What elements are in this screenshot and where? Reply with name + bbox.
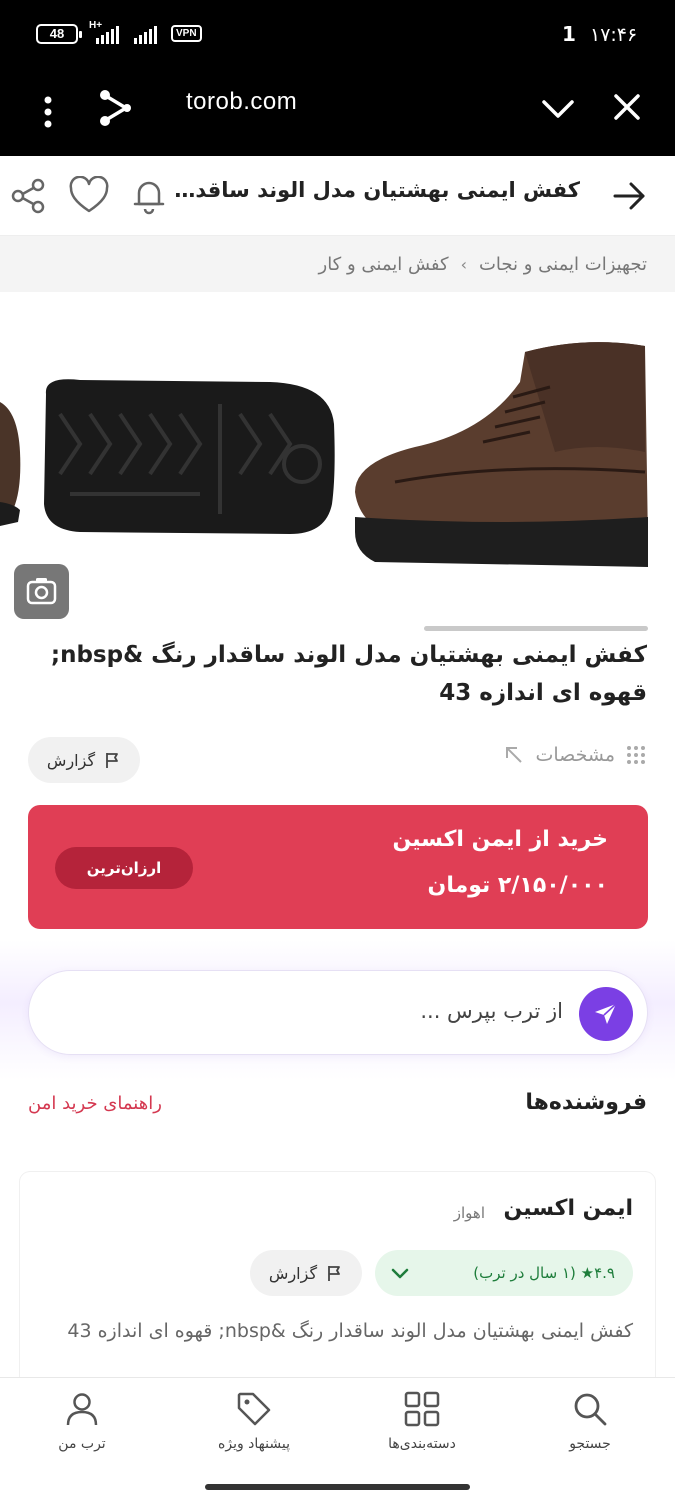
home-indicator[interactable] <box>205 1484 470 1490</box>
seller-rating-pill[interactable]: ۴.۹★ (۱ سال در ترب) <box>375 1250 633 1296</box>
seller-product-description: کفش ایمنی بهشتیان مدل الوند ساقدار رنگ &… <box>67 1320 633 1342</box>
breadcrumb-separator: › <box>460 254 467 274</box>
tag-icon <box>237 1392 271 1426</box>
search-icon <box>574 1393 607 1426</box>
share-icon[interactable] <box>8 176 48 216</box>
specs-label: مشخصات <box>535 744 615 766</box>
buy-button-card[interactable]: خرید از ایمن اکسین ۲/۱۵۰/۰۰۰ تومان ارزان… <box>28 805 648 929</box>
nav-label: پیشنهاد ویژه <box>218 1436 290 1452</box>
close-icon[interactable] <box>610 90 644 124</box>
grid-dots-icon <box>627 746 645 764</box>
product-image-sole[interactable] <box>40 374 336 544</box>
nav-search[interactable]: جستجو <box>525 1390 655 1470</box>
product-gallery[interactable] <box>0 292 675 632</box>
chevron-down-icon <box>391 1268 409 1279</box>
breadcrumb-item[interactable]: کفش ایمنی و کار <box>319 254 449 275</box>
nav-categories[interactable]: دسته‌بندی‌ها <box>357 1390 487 1470</box>
categories-icon <box>404 1391 440 1427</box>
cheapest-badge: ارزان‌ترین <box>55 847 193 889</box>
nav-label: دسته‌بندی‌ها <box>388 1436 456 1452</box>
flag-icon <box>106 753 118 768</box>
battery-indicator: 48 <box>36 24 82 44</box>
user-icon <box>66 1393 98 1426</box>
report-button[interactable]: گزارش <box>28 737 140 783</box>
nav-special-offers[interactable]: پیشنهاد ویژه <box>189 1390 319 1470</box>
chevron-down-icon[interactable] <box>538 94 578 124</box>
camera-icon <box>26 578 57 605</box>
seller-name: ایمن اکسین <box>503 1196 633 1221</box>
sellers-heading: فروشنده‌ها <box>525 1090 647 1115</box>
signal-strength-icon-2 <box>134 26 157 44</box>
heart-icon[interactable] <box>68 176 110 216</box>
browser-toolbar: torob.com <box>0 70 675 156</box>
nav-label: جستجو <box>569 1436 611 1452</box>
signal-strength-icon <box>96 26 119 44</box>
page-title: کفش ایمنی بهشتیان مدل الوند ساقدار رنگ &… <box>170 178 580 202</box>
seller-report-label: گزارش <box>268 1263 318 1283</box>
clock: ۱۷:۴۶ <box>590 24 638 46</box>
product-title: کفش ایمنی بهشتیان مدل الوند ساقدار رنگ &… <box>50 642 647 706</box>
seller-rating: ۴.۹★ (۱ سال در ترب) <box>473 1264 615 1282</box>
bell-icon[interactable] <box>130 176 168 216</box>
send-button[interactable] <box>579 987 633 1041</box>
ask-placeholder: از ترب بپرس ... <box>420 999 563 1023</box>
send-icon <box>595 1003 617 1024</box>
arrow-up-left-icon <box>506 747 523 763</box>
menu-dots-icon[interactable] <box>36 92 60 132</box>
breadcrumb-item[interactable]: تجهیزات ایمنی و نجات <box>479 254 647 275</box>
bottom-navigation: جستجو دسته‌بندی‌ها پیشنهاد ویژه ترب من <box>0 1377 675 1500</box>
seller-city: اهواز <box>453 1204 485 1222</box>
product-image-partial[interactable] <box>0 392 22 532</box>
specs-link[interactable]: مشخصات <box>503 744 647 766</box>
back-arrow-icon[interactable] <box>611 178 647 214</box>
nav-label: ترب من <box>58 1436 106 1452</box>
status-bar: 48 H+ VPN 1 ۱۷:۴۶ <box>0 0 675 70</box>
buy-title: خرید از ایمن اکسین <box>392 827 608 852</box>
breadcrumb: تجهیزات ایمنی و نجات › کفش ایمنی و کار <box>0 236 675 292</box>
camera-search-button[interactable] <box>14 564 69 619</box>
ask-torob-input[interactable]: از ترب بپرس ... <box>28 970 648 1055</box>
safe-purchase-guide-link[interactable]: راهنمای خرید امن <box>28 1093 162 1114</box>
page-header: کفش ایمنی بهشتیان مدل الوند ساقدار رنگ &… <box>0 156 675 236</box>
gallery-scroll-indicator <box>424 626 648 631</box>
nav-my-torob[interactable]: ترب من <box>17 1390 147 1470</box>
share-node-icon[interactable] <box>96 88 136 128</box>
seller-report-button[interactable]: گزارش <box>250 1250 362 1296</box>
report-label: گزارش <box>46 750 96 770</box>
product-image-side[interactable] <box>355 342 648 567</box>
buy-price: ۲/۱۵۰/۰۰۰ تومان <box>427 873 608 898</box>
vpn-badge: VPN <box>171 25 202 42</box>
status-indicator: 1 <box>562 22 576 46</box>
url-text[interactable]: torob.com <box>186 88 297 116</box>
flag-icon <box>328 1266 340 1281</box>
